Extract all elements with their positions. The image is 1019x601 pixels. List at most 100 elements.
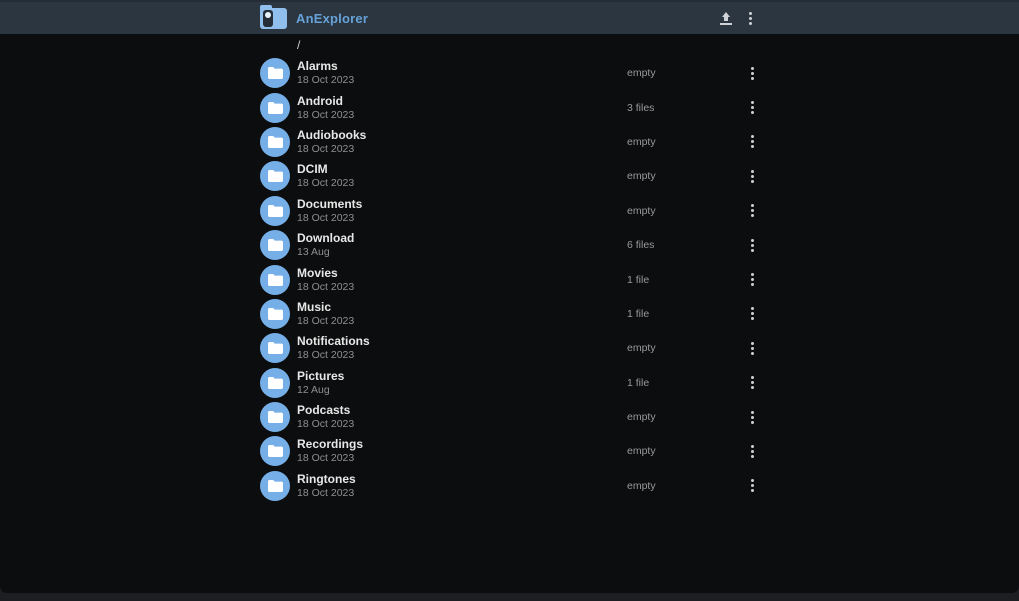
folder-summary: empty	[627, 136, 742, 148]
folder-avatar	[260, 58, 290, 88]
folder-icon	[268, 411, 283, 423]
list-item[interactable]: Movies 18 Oct 2023 1 file	[257, 262, 762, 296]
app-window: AnExplorer / A	[0, 0, 1019, 601]
folder-icon	[268, 308, 283, 320]
list-item[interactable]: Audiobooks 18 Oct 2023 empty	[257, 125, 762, 159]
folder-summary: empty	[627, 205, 742, 217]
folder-name: Documents	[297, 198, 627, 211]
folder-name: Audiobooks	[297, 129, 627, 142]
item-overflow-button[interactable]	[742, 266, 762, 294]
item-overflow-button[interactable]	[742, 403, 762, 431]
list-item[interactable]: Android 18 Oct 2023 3 files	[257, 90, 762, 124]
bottom-system-bar	[0, 592, 1019, 601]
folder-icon	[268, 170, 283, 182]
folder-name: Podcasts	[297, 404, 627, 417]
folder-date: 12 Aug	[297, 384, 627, 396]
list-item[interactable]: Pictures 12 Aug 1 file	[257, 366, 762, 400]
list-item[interactable]: Alarms 18 Oct 2023 empty	[257, 56, 762, 90]
folder-icon	[268, 67, 283, 79]
folder-text-block: DCIM 18 Oct 2023	[297, 163, 627, 189]
folder-icon	[268, 480, 283, 492]
folder-name: DCIM	[297, 163, 627, 176]
vertical-ellipsis-icon	[751, 411, 754, 424]
folder-name: Music	[297, 301, 627, 314]
vertical-ellipsis-icon	[751, 135, 754, 148]
item-overflow-button[interactable]	[742, 197, 762, 225]
item-overflow-button[interactable]	[742, 334, 762, 362]
folder-summary: 6 files	[627, 239, 742, 251]
item-overflow-button[interactable]	[742, 94, 762, 122]
list-item[interactable]: Podcasts 18 Oct 2023 empty	[257, 400, 762, 434]
list-item[interactable]: Recordings 18 Oct 2023 empty	[257, 434, 762, 468]
folder-icon	[268, 377, 283, 389]
vertical-ellipsis-icon	[751, 445, 754, 458]
item-overflow-button[interactable]	[742, 162, 762, 190]
folder-icon	[268, 445, 283, 457]
app-title: AnExplorer	[296, 11, 368, 26]
folder-list: Alarms 18 Oct 2023 empty Android 18 Oct …	[257, 56, 762, 503]
vertical-ellipsis-icon	[751, 273, 754, 286]
breadcrumb-path: /	[297, 38, 300, 52]
folder-avatar	[260, 368, 290, 398]
list-item[interactable]: Music 18 Oct 2023 1 file	[257, 297, 762, 331]
folder-text-block: Recordings 18 Oct 2023	[297, 438, 627, 464]
folder-summary: 1 file	[627, 377, 742, 389]
folder-date: 18 Oct 2023	[297, 418, 627, 430]
upload-eject-button[interactable]	[714, 4, 738, 32]
list-item[interactable]: Notifications 18 Oct 2023 empty	[257, 331, 762, 365]
folder-name: Notifications	[297, 335, 627, 348]
vertical-ellipsis-icon	[751, 101, 754, 114]
list-item[interactable]: DCIM 18 Oct 2023 empty	[257, 159, 762, 193]
folder-summary: 3 files	[627, 102, 742, 114]
item-overflow-button[interactable]	[742, 300, 762, 328]
breadcrumb[interactable]: /	[257, 34, 762, 56]
folder-date: 18 Oct 2023	[297, 109, 627, 121]
folder-icon	[268, 136, 283, 148]
folder-text-block: Music 18 Oct 2023	[297, 301, 627, 327]
folder-name: Recordings	[297, 438, 627, 451]
folder-date: 18 Oct 2023	[297, 177, 627, 189]
folder-name: Movies	[297, 267, 627, 280]
item-overflow-button[interactable]	[742, 59, 762, 87]
folder-summary: 1 file	[627, 308, 742, 320]
folder-summary: empty	[627, 480, 742, 492]
vertical-ellipsis-icon	[751, 479, 754, 492]
folder-icon	[268, 239, 283, 251]
vertical-ellipsis-icon	[751, 67, 754, 80]
folder-summary: empty	[627, 170, 742, 182]
list-item[interactable]: Download 13 Aug 6 files	[257, 228, 762, 262]
folder-text-block: Movies 18 Oct 2023	[297, 267, 627, 293]
upload-eject-icon	[720, 12, 732, 25]
folder-avatar	[260, 333, 290, 363]
item-overflow-button[interactable]	[742, 437, 762, 465]
folder-text-block: Pictures 12 Aug	[297, 370, 627, 396]
list-item[interactable]: Ringtones 18 Oct 2023 empty	[257, 469, 762, 503]
folder-text-block: Android 18 Oct 2023	[297, 95, 627, 121]
folder-text-block: Notifications 18 Oct 2023	[297, 335, 627, 361]
app-bar: AnExplorer	[0, 0, 1019, 34]
vertical-ellipsis-icon	[751, 342, 754, 355]
list-item[interactable]: Documents 18 Oct 2023 empty	[257, 194, 762, 228]
folder-text-block: Alarms 18 Oct 2023	[297, 60, 627, 86]
app-content: AnExplorer / A	[0, 0, 1019, 593]
item-overflow-button[interactable]	[742, 472, 762, 500]
folder-avatar	[260, 127, 290, 157]
vertical-ellipsis-icon	[751, 239, 754, 252]
item-overflow-button[interactable]	[742, 369, 762, 397]
folder-date: 18 Oct 2023	[297, 452, 627, 464]
folder-text-block: Podcasts 18 Oct 2023	[297, 404, 627, 430]
vertical-ellipsis-icon	[751, 307, 754, 320]
overflow-menu-button[interactable]	[738, 4, 762, 32]
folder-avatar	[260, 299, 290, 329]
folder-text-block: Download 13 Aug	[297, 232, 627, 258]
folder-date: 18 Oct 2023	[297, 143, 627, 155]
folder-avatar	[260, 471, 290, 501]
folder-summary: empty	[627, 411, 742, 423]
item-overflow-button[interactable]	[742, 231, 762, 259]
folder-avatar	[260, 436, 290, 466]
item-overflow-button[interactable]	[742, 128, 762, 156]
folder-icon	[268, 102, 283, 114]
folder-date: 18 Oct 2023	[297, 212, 627, 224]
folder-text-block: Ringtones 18 Oct 2023	[297, 473, 627, 499]
folder-name: Download	[297, 232, 627, 245]
